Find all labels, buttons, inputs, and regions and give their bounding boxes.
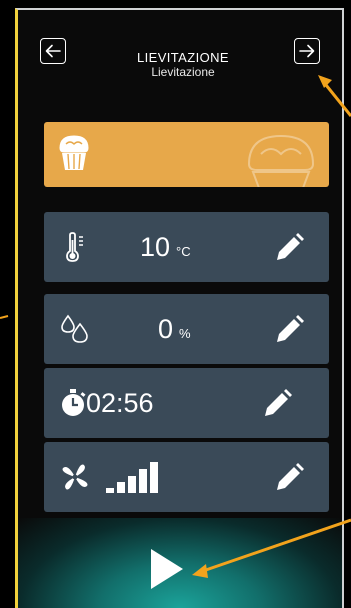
temperature-unit: °C: [176, 244, 191, 259]
thermometer-icon: [58, 230, 92, 264]
stopwatch-icon: [56, 386, 90, 420]
back-button[interactable]: [40, 38, 66, 64]
arrow-right-icon: [299, 44, 315, 58]
play-icon[interactable]: [147, 547, 187, 591]
app-frame: LIEVITAZIONE Lievitazione 10 °C 0 % 02:5…: [15, 8, 344, 608]
fan-icon: [58, 460, 92, 494]
pencil-icon[interactable]: [261, 388, 293, 420]
humidity-row[interactable]: 0%: [44, 294, 329, 364]
temperature-row[interactable]: 10 °C: [44, 212, 329, 282]
temperature-value-group: 10 °C: [140, 232, 191, 267]
page-title: LIEVITAZIONE: [137, 50, 229, 65]
recipe-banner[interactable]: [44, 122, 329, 187]
timer-row[interactable]: 02:56: [44, 368, 329, 438]
pencil-icon[interactable]: [273, 462, 305, 494]
humidity-value-group: 0%: [158, 314, 191, 349]
muffin-watermark-icon: [247, 134, 315, 187]
fan-speed-bars: [106, 462, 158, 493]
water-drops-icon: [58, 312, 92, 346]
humidity-value: 0: [158, 314, 174, 344]
humidity-unit: %: [179, 326, 191, 341]
temperature-value: 10: [140, 232, 171, 262]
arrow-left-icon: [45, 44, 61, 58]
pencil-icon[interactable]: [273, 232, 305, 264]
page-title-block: LIEVITAZIONE Lievitazione: [78, 50, 288, 80]
muffin-icon: [59, 135, 89, 170]
next-button[interactable]: [294, 38, 320, 64]
timer-value: 02:56: [86, 388, 154, 418]
page-subtitle: Lievitazione: [151, 65, 215, 79]
fan-row[interactable]: [44, 442, 329, 512]
pencil-icon[interactable]: [273, 314, 305, 346]
